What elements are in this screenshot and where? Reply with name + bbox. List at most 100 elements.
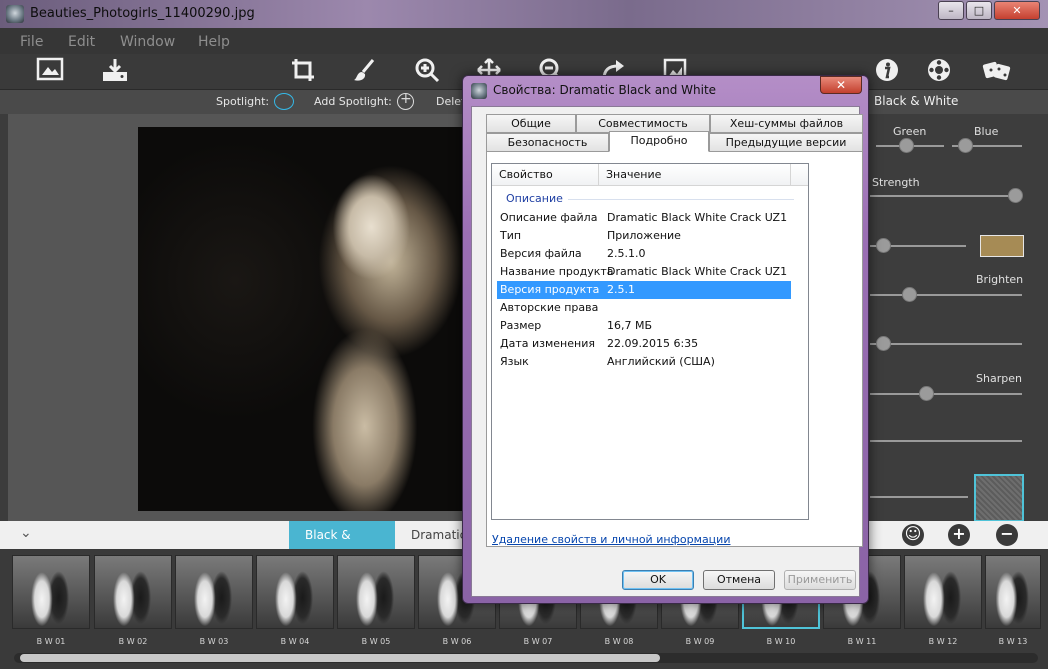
table-row-selected[interactable]: Версия продукта 2.5.1 [497, 281, 791, 299]
grain-slider[interactable] [870, 440, 1022, 442]
preset-thumbnail[interactable] [337, 555, 415, 629]
row-key: Версия продукта [500, 283, 600, 296]
edited-photo[interactable] [138, 127, 462, 511]
collapse-chevron-icon[interactable]: ⌄ [20, 525, 32, 541]
preset-thumbnail[interactable] [175, 555, 253, 629]
row-value: Dramatic Black White Crack UZ1 [607, 211, 788, 224]
preset-label: B W 06 [442, 637, 472, 646]
preset-label: B W 12 [928, 637, 958, 646]
table-row[interactable]: Описание файла Dramatic Black White Crac… [497, 209, 791, 227]
remove-properties-link[interactable]: Удаление свойств и личной информации [492, 533, 730, 546]
tab-dramatic[interactable]: Dramatic [395, 521, 466, 549]
preset-label: B W 11 [847, 637, 877, 646]
green-slider-knob[interactable] [899, 138, 914, 153]
green-label: Green [893, 125, 927, 138]
menu-bar: File Edit Window Help [0, 28, 1048, 54]
preset-thumbnail[interactable] [985, 555, 1041, 629]
zoom-in-icon[interactable] [412, 57, 442, 87]
table-row[interactable]: Язык Английский (США) [497, 353, 791, 371]
row-value: Dramatic Black White Crack UZ1 [607, 265, 788, 278]
brush-icon[interactable] [350, 57, 380, 87]
column-header-property[interactable]: Свойство [499, 168, 553, 181]
preset-thumbnail[interactable] [904, 555, 982, 629]
tone-slider-knob[interactable] [876, 238, 891, 253]
table-row[interactable]: Версия файла 2.5.1.0 [497, 245, 791, 263]
row-value: Приложение [607, 229, 681, 242]
apply-button[interactable]: Применить [784, 570, 856, 590]
menu-window[interactable]: Window [120, 34, 175, 50]
add-spotlight-label: Add Spotlight: [314, 95, 392, 108]
texture-thumbnail[interactable] [974, 474, 1024, 522]
contrast-slider[interactable] [870, 343, 1022, 345]
settings-wheel-icon[interactable] [924, 57, 954, 87]
group-divider [568, 199, 794, 200]
tab-general[interactable]: Общие [486, 114, 576, 133]
sharpen-slider-knob[interactable] [919, 386, 934, 401]
brighten-slider-knob[interactable] [902, 287, 917, 302]
preset-label: B W 09 [685, 637, 715, 646]
table-header: Свойство Значение [492, 164, 808, 186]
tab-file-hashes[interactable]: Хеш-суммы файлов [710, 114, 863, 133]
table-row[interactable]: Название продукта Dramatic Black White C… [497, 263, 791, 281]
dice-icon[interactable] [982, 57, 1012, 87]
tone-color-swatch[interactable] [980, 235, 1024, 257]
blue-slider-knob[interactable] [958, 138, 973, 153]
add-preset-icon[interactable]: + [948, 524, 970, 546]
group-title-description: Описание [506, 192, 563, 205]
info-icon[interactable] [872, 57, 902, 87]
cancel-button[interactable]: Отмена [703, 570, 775, 590]
save-download-icon[interactable] [100, 57, 130, 87]
maximize-button[interactable]: □ [966, 1, 992, 20]
brighten-slider[interactable] [870, 294, 1022, 296]
table-row[interactable]: Тип Приложение [497, 227, 791, 245]
preset-label: B W 02 [118, 637, 148, 646]
preset-label: B W 04 [280, 637, 310, 646]
preset-label: B W 03 [199, 637, 229, 646]
tab-details[interactable]: Подробно [609, 131, 709, 152]
strength-label: Strength [872, 176, 920, 189]
table-row[interactable]: Дата изменения 22.09.2015 6:35 [497, 335, 791, 353]
favorite-preset-icon[interactable]: ☺ [902, 524, 924, 546]
filmstrip-scroll-thumb[interactable] [20, 654, 660, 662]
crop-icon[interactable] [288, 57, 318, 87]
row-key: Размер [500, 319, 542, 332]
minimize-button[interactable]: – [938, 1, 964, 20]
table-row[interactable]: Авторские права [497, 299, 791, 317]
dialog-app-icon [471, 83, 487, 99]
menu-file[interactable]: File [20, 34, 43, 50]
sharpen-slider[interactable] [870, 393, 1022, 395]
preset-thumbnail[interactable] [256, 555, 334, 629]
preset-thumbnail[interactable] [94, 555, 172, 629]
ok-button[interactable]: OK [622, 570, 694, 590]
tab-security[interactable]: Безопасность [486, 133, 609, 152]
preset-thumbnail[interactable] [12, 555, 90, 629]
strength-slider[interactable] [870, 195, 1022, 197]
tab-previous-versions[interactable]: Предыдущие версии [709, 133, 863, 152]
column-separator[interactable] [598, 164, 599, 186]
column-header-value[interactable]: Значение [606, 168, 661, 181]
column-separator[interactable] [790, 164, 791, 186]
row-value: 22.09.2015 6:35 [607, 337, 699, 350]
spotlight-ellipse-icon[interactable] [274, 93, 294, 110]
close-button[interactable]: ✕ [994, 1, 1040, 20]
window-title: Beauties_Photogirls_11400290.jpg [30, 6, 255, 21]
add-spotlight-icon[interactable] [396, 91, 415, 111]
delete-spotlight-label[interactable]: Delet [436, 95, 465, 108]
row-key: Тип [500, 229, 522, 242]
menu-help[interactable]: Help [198, 34, 230, 50]
texture-slider[interactable] [870, 496, 968, 498]
dialog-close-button[interactable]: ✕ [820, 76, 862, 94]
menu-edit[interactable]: Edit [68, 34, 95, 50]
row-value: 16,7 МБ [607, 319, 653, 332]
row-key: Версия файла [500, 247, 582, 260]
remove-preset-icon[interactable]: − [996, 524, 1018, 546]
contrast-slider-knob[interactable] [876, 336, 891, 351]
tab-black-white[interactable]: Black & White [289, 521, 395, 570]
table-row[interactable]: Размер 16,7 МБ [497, 317, 791, 335]
open-image-icon[interactable] [35, 57, 65, 87]
row-value: Английский (США) [607, 355, 715, 368]
preset-label: B W 05 [361, 637, 391, 646]
strength-slider-knob[interactable] [1008, 188, 1023, 203]
row-key: Авторские права [500, 301, 599, 314]
preset-label: B W 08 [604, 637, 634, 646]
